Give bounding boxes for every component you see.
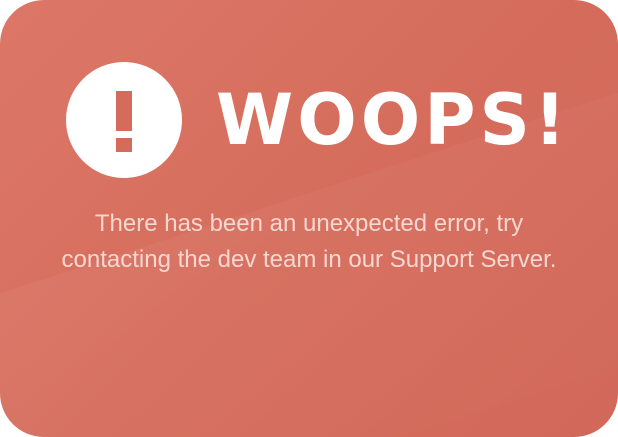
exclamation-bar: [116, 91, 132, 131]
error-message-line-2: contacting the dev team in our Support S…: [61, 246, 557, 273]
error-message: There has been an unexpected error, try …: [0, 206, 618, 278]
error-message-line-1: There has been an unexpected error, try: [94, 210, 524, 237]
exclamation-circle-icon: [66, 62, 182, 178]
error-card: WOOPS! There has been an unexpected erro…: [0, 0, 618, 437]
exclamation-dot: [116, 138, 132, 152]
error-title: WOOPS!: [216, 79, 570, 161]
error-header: WOOPS!: [66, 62, 570, 178]
